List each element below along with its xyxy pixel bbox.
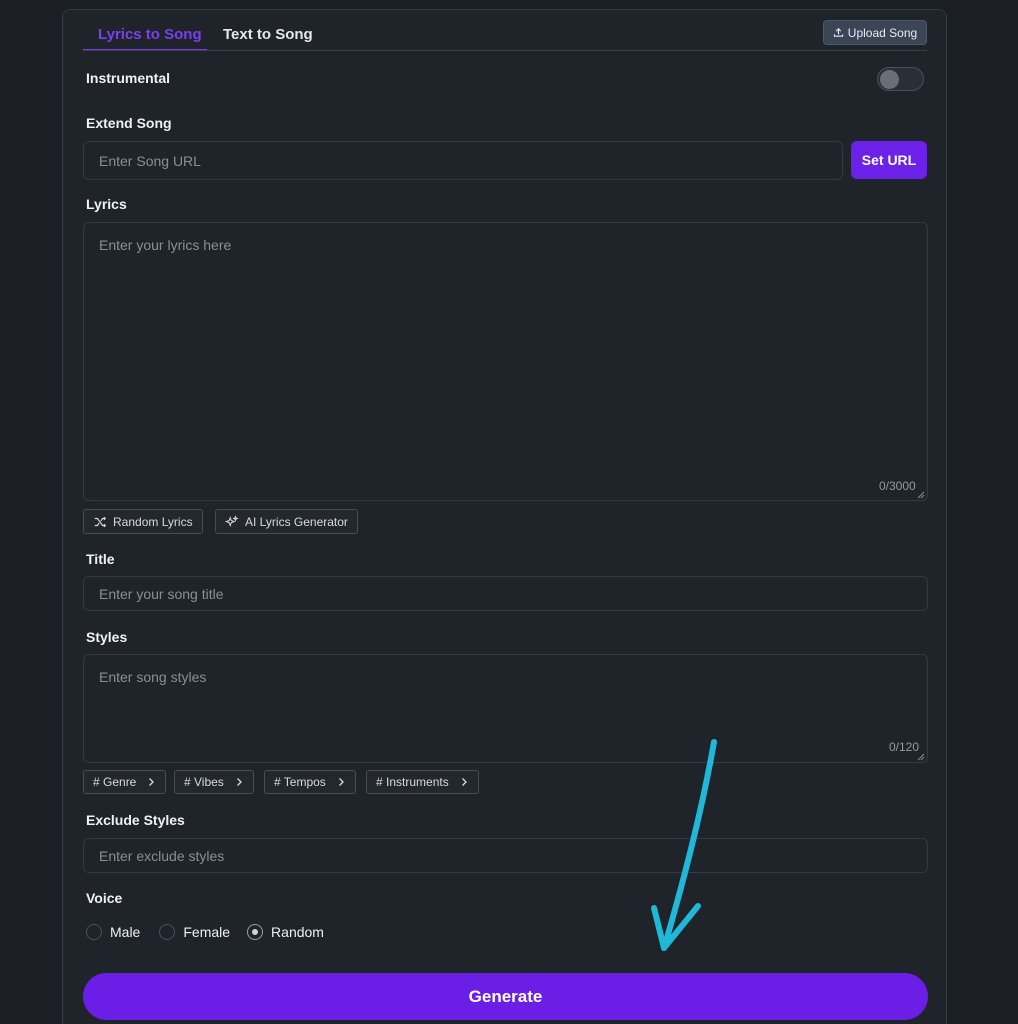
generate-button[interactable]: Generate — [83, 973, 928, 1020]
random-lyrics-button[interactable]: Random Lyrics — [83, 509, 203, 534]
upload-song-label: Upload Song — [847, 25, 918, 40]
chevron-right-icon — [149, 778, 155, 786]
chip-instruments-label: # Instruments — [376, 775, 449, 789]
chip-genre-label: # Genre — [93, 775, 137, 789]
chip-genre[interactable]: # Genre — [83, 770, 167, 794]
lyrics-label: Lyrics — [86, 196, 127, 212]
voice-radio-female[interactable] — [159, 924, 176, 940]
song-form-panel: Lyrics to Song Text to Song Upload Song … — [62, 9, 947, 1024]
sparkles-icon — [225, 514, 239, 527]
extend-song-label: Extend Song — [86, 115, 172, 131]
voice-radio-male[interactable] — [86, 924, 102, 940]
exclude-styles-label: Exclude Styles — [86, 812, 185, 828]
chip-tempos[interactable]: # Tempos — [264, 770, 356, 794]
chip-tempos-label: # Tempos — [274, 775, 326, 789]
shuffle-icon — [94, 516, 107, 527]
tab-lyrics-to-song[interactable]: Lyrics to Song — [83, 26, 207, 51]
set-url-button[interactable]: Set URL — [851, 141, 927, 179]
upload-song-button[interactable]: Upload Song — [823, 20, 927, 45]
chip-vibes-label: # Vibes — [184, 775, 224, 789]
styles-label: Styles — [86, 629, 128, 645]
song-title-input[interactable]: Enter your song title — [83, 576, 928, 611]
styles-textarea[interactable]: Enter song styles — [83, 654, 928, 763]
resize-handle-icon[interactable] — [917, 753, 925, 761]
chevron-right-icon — [338, 778, 344, 786]
lyrics-counter: 0/3000 — [879, 479, 916, 493]
chevron-right-icon — [236, 778, 242, 786]
voice-label-random: Random — [271, 924, 324, 940]
song-url-input[interactable]: Enter Song URL — [83, 141, 843, 180]
random-lyrics-label: Random Lyrics — [113, 514, 193, 529]
chip-instruments[interactable]: # Instruments — [366, 770, 479, 794]
voice-label: Voice — [86, 890, 123, 906]
exclude-styles-input[interactable]: Enter exclude styles — [83, 838, 928, 873]
upload-icon — [833, 28, 843, 37]
instrumental-label: Instrumental — [86, 70, 171, 86]
title-label: Title — [86, 551, 115, 567]
instrumental-toggle[interactable] — [877, 67, 924, 91]
ai-lyrics-generator-button[interactable]: AI Lyrics Generator — [215, 509, 358, 534]
voice-label-male: Male — [110, 924, 141, 940]
lyrics-textarea[interactable]: Enter your lyrics here — [83, 222, 928, 501]
ai-lyrics-generator-label: AI Lyrics Generator — [245, 514, 348, 529]
chevron-right-icon — [461, 778, 467, 786]
voice-label-female: Female — [183, 924, 231, 940]
resize-handle-icon[interactable] — [917, 491, 925, 499]
tabs-divider — [83, 50, 927, 51]
styles-counter: 0/120 — [889, 740, 920, 754]
tab-text-to-song[interactable]: Text to Song — [223, 26, 313, 51]
toggle-knob — [880, 70, 899, 89]
voice-radio-random[interactable] — [247, 924, 264, 940]
chip-vibes[interactable]: # Vibes — [174, 770, 254, 794]
voice-options: Male Female Random — [86, 924, 324, 940]
